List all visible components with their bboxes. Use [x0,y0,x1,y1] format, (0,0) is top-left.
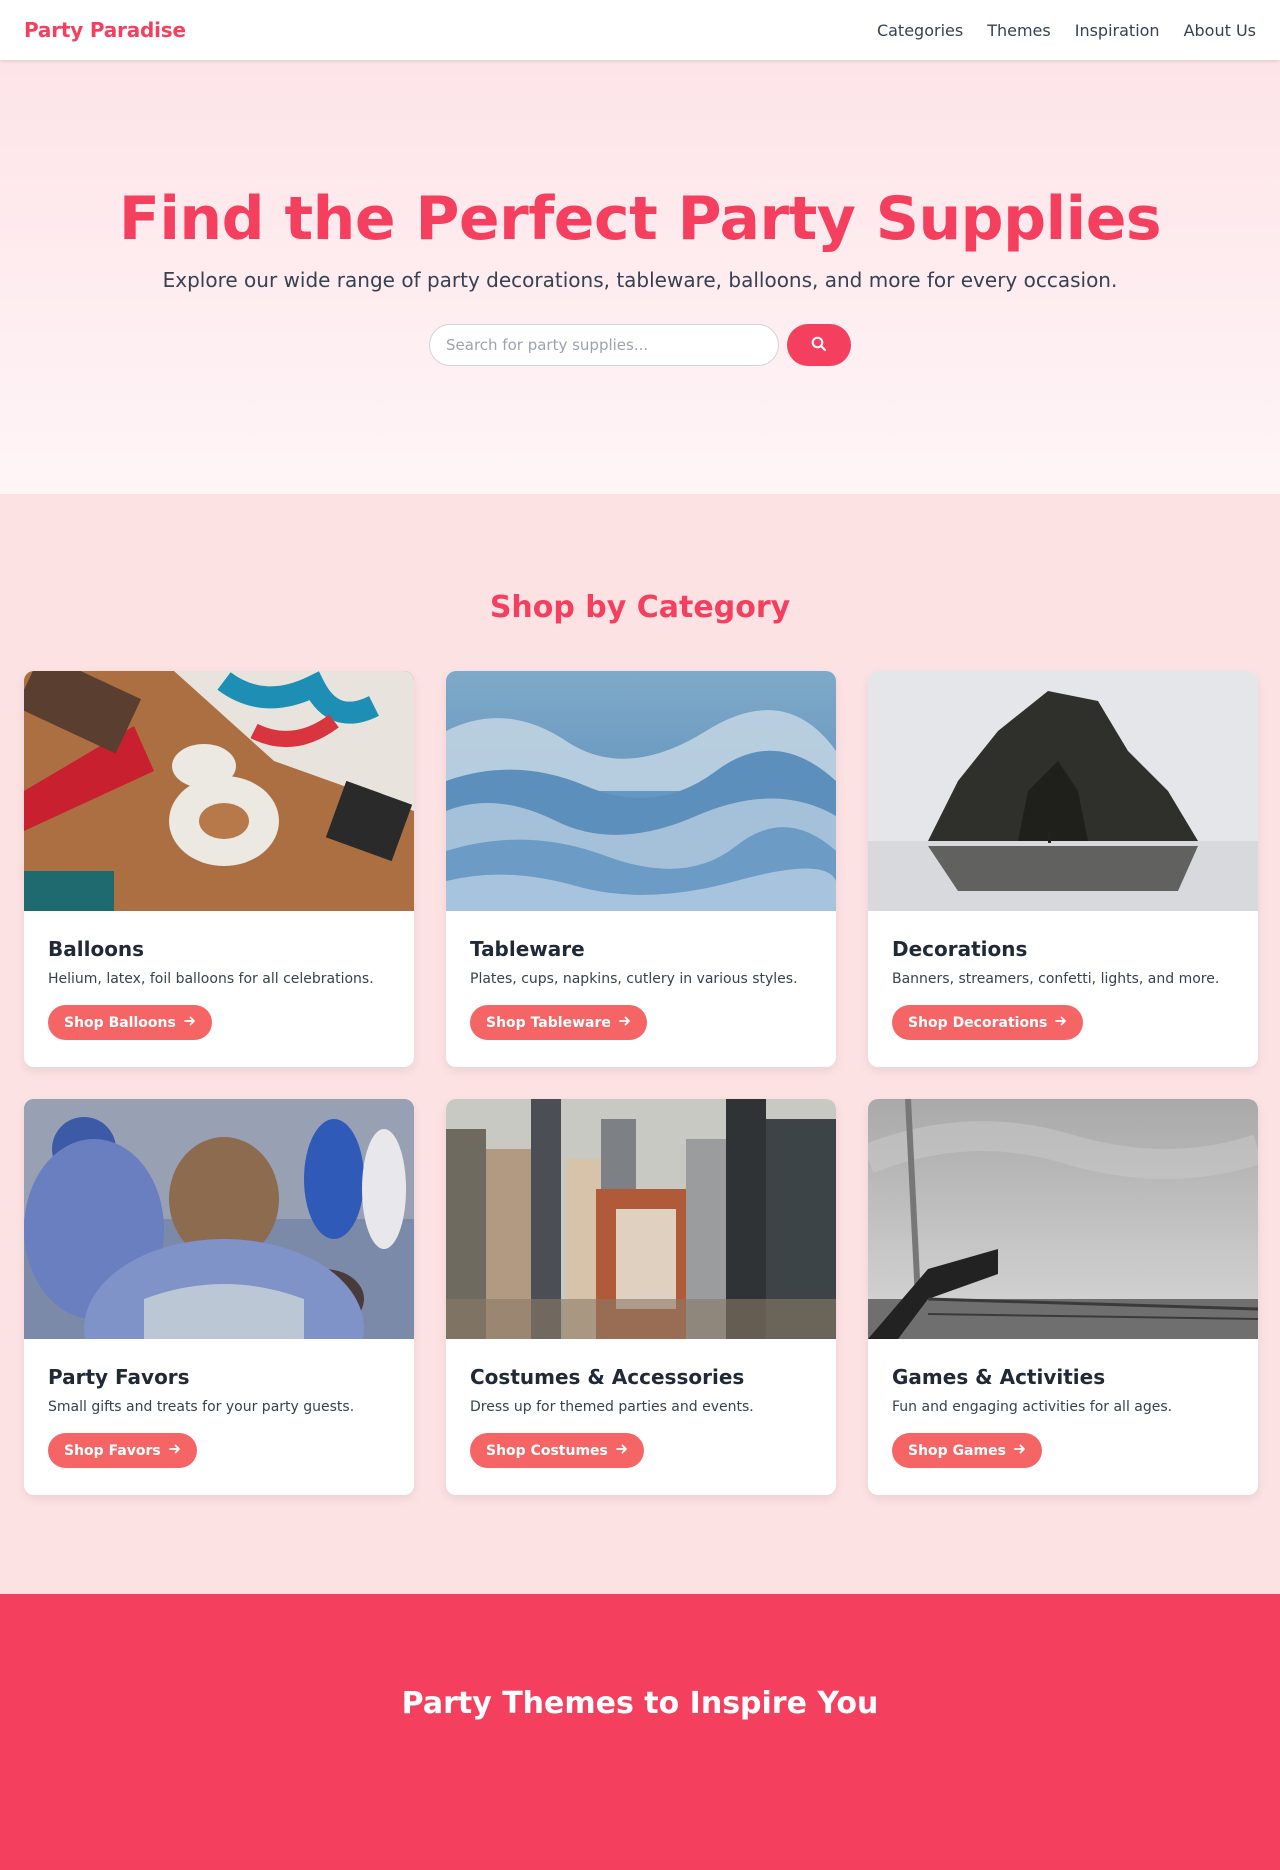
category-card-decorations: Decorations Banners, streamers, confetti… [868,671,1258,1067]
button-label: Shop Costumes [486,1442,608,1459]
category-description: Plates, cups, napkins, cutlery in variou… [470,971,798,987]
shop-tableware-button[interactable]: Shop Tableware [470,1005,647,1040]
category-title: Balloons [48,937,145,961]
search-bar [0,324,1280,366]
arrow-right-icon [1014,1443,1026,1459]
themes-section-title: Party Themes to Inspire You [401,1686,879,1721]
category-image-costumes [446,1099,836,1339]
search-icon [811,336,827,355]
arrow-right-icon [183,1015,196,1031]
button-label: Shop Balloons [64,1014,176,1031]
category-section: Shop by Category Balloons Helium, latex,… [0,494,1280,1594]
nav-links: Categories Themes Inspiration About Us [877,21,1256,40]
category-title: Party Favors [48,1365,190,1389]
category-description: Helium, latex, foil balloons for all cel… [48,971,374,987]
category-image-tableware [446,671,836,911]
button-label: Shop Games [908,1442,1006,1459]
hero-section: Find the Perfect Party Supplies Explore … [0,60,1280,494]
top-navbar: Party Paradise Categories Themes Inspira… [0,0,1280,60]
hero-title: Find the Perfect Party Supplies [118,184,1162,254]
shop-balloons-button[interactable]: Shop Balloons [48,1005,212,1040]
nav-link-about-us[interactable]: About Us [1184,21,1256,40]
shop-decorations-button[interactable]: Shop Decorations [892,1005,1084,1040]
category-card-costumes: Costumes & Accessories Dress up for them… [446,1099,836,1495]
shop-games-button[interactable]: Shop Games [892,1433,1042,1468]
button-label: Shop Tableware [486,1014,611,1031]
search-input[interactable] [429,324,779,366]
shop-costumes-button[interactable]: Shop Costumes [470,1433,644,1468]
category-description: Fun and engaging activities for all ages… [892,1399,1173,1415]
category-image-decorations [868,671,1258,911]
arrow-right-icon [615,1443,628,1459]
category-title: Tableware [470,937,585,961]
category-card-tableware: Tableware Plates, cups, napkins, cutlery… [446,671,836,1067]
category-image-balloons [24,671,414,911]
category-title: Games & Activities [892,1365,1106,1389]
button-label: Shop Decorations [908,1014,1048,1031]
arrow-right-icon [618,1015,631,1031]
brand-logo[interactable]: Party Paradise [24,18,186,42]
category-title: Decorations [892,937,1028,961]
category-description: Small gifts and treats for your party gu… [48,1399,355,1415]
category-card-games: Games & Activities Fun and engaging acti… [868,1099,1258,1495]
arrow-right-icon [168,1443,181,1459]
themes-section: Party Themes to Inspire You [0,1594,1280,1870]
category-description: Dress up for themed parties and events. [470,1399,754,1415]
nav-link-inspiration[interactable]: Inspiration [1075,21,1160,40]
category-image-games [868,1099,1258,1339]
category-description: Banners, streamers, confetti, lights, an… [892,971,1220,987]
search-button[interactable] [787,324,851,366]
category-card-party-favors: Party Favors Small gifts and treats for … [24,1099,414,1495]
hero-subtitle: Explore our wide range of party decorati… [162,268,1118,292]
nav-link-categories[interactable]: Categories [877,21,963,40]
category-card-balloons: Balloons Helium, latex, foil balloons fo… [24,671,414,1067]
category-image-party-favors [24,1099,414,1339]
button-label: Shop Favors [64,1442,161,1459]
shop-favors-button[interactable]: Shop Favors [48,1433,197,1468]
nav-link-themes[interactable]: Themes [987,21,1051,40]
category-section-title: Shop by Category [489,590,791,625]
arrow-right-icon [1055,1015,1067,1031]
category-grid: Balloons Helium, latex, foil balloons fo… [0,671,1280,1495]
category-title: Costumes & Accessories [470,1365,745,1389]
